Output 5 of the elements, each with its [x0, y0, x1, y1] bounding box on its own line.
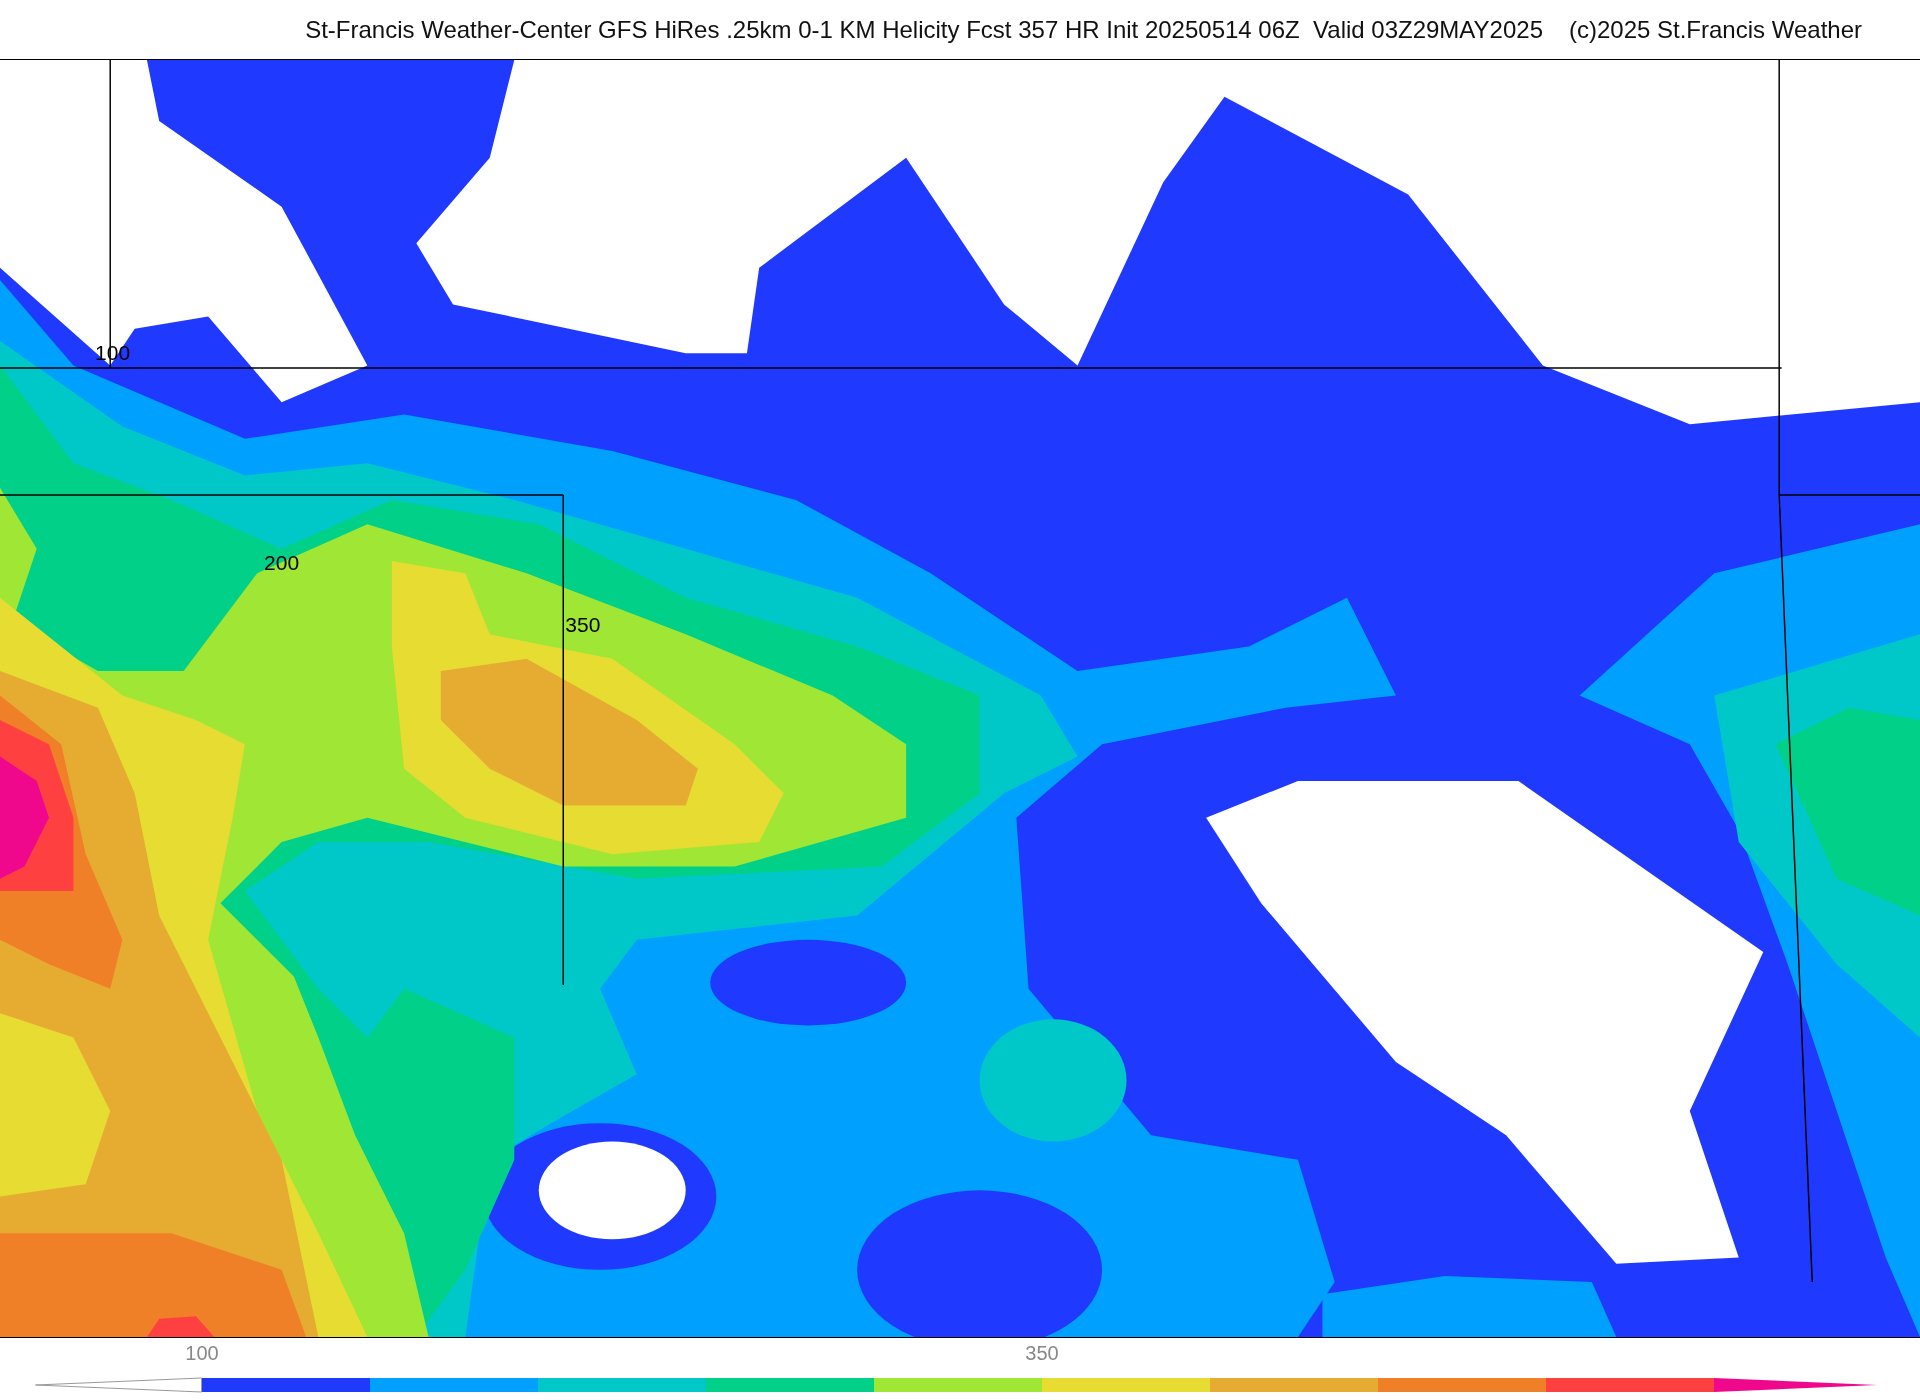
contour-label: 350 [565, 612, 601, 637]
copyright-text: (c)2025 St.Francis Weather [1569, 15, 1862, 44]
map-title: St-Francis Weather-Center GFS HiRes .25km 0-1 KM Helicity Fcst 357 HR Init 20250514 06Z Valid 03Z29MAY2025 [305, 15, 1543, 44]
colorbar-tick-label: 350 [1025, 1342, 1059, 1365]
colorbar-tick-label: 100 [185, 1342, 219, 1365]
